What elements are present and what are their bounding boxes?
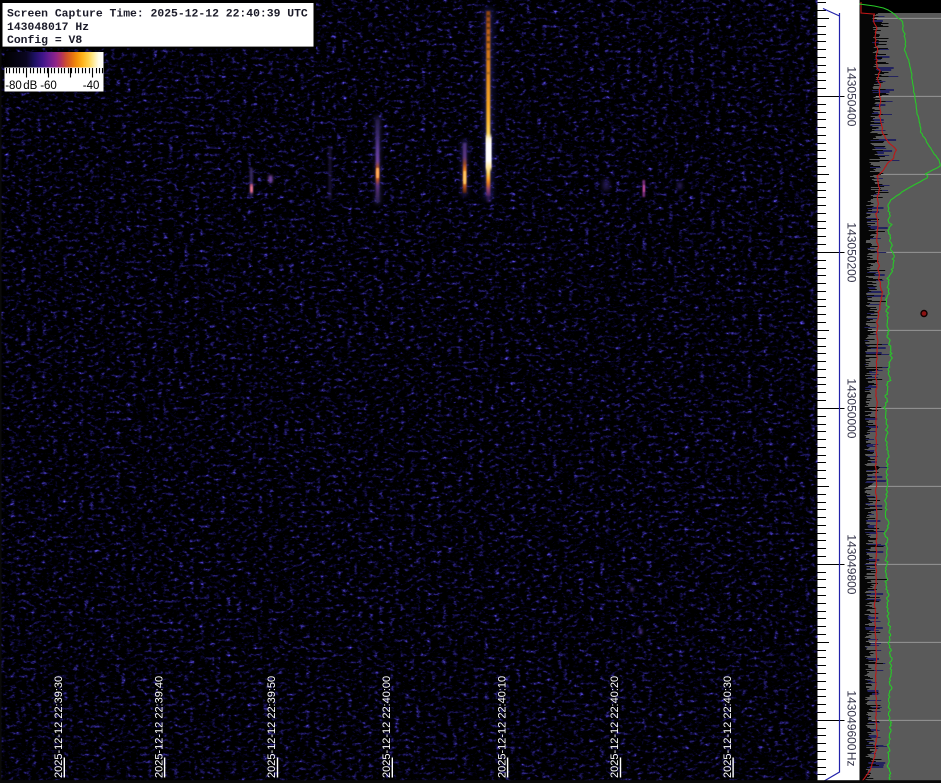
svg-text:Config = V8: Config = V8 — [7, 35, 82, 47]
svg-text:2025-12-12 22:39:50: 2025-12-12 22:39:50 — [266, 676, 278, 778]
svg-text:dB: dB — [23, 80, 37, 92]
svg-text:2025-12-12 22:40:10: 2025-12-12 22:40:10 — [496, 676, 508, 778]
svg-text:Screen Capture Time: 2025-12-1: Screen Capture Time: 2025-12-12 22:40:39… — [7, 9, 308, 21]
svg-text:143050000: 143050000 — [844, 378, 858, 438]
svg-text:143048017 Hz: 143048017 Hz — [7, 22, 89, 34]
svg-text:Hz: Hz — [844, 752, 858, 767]
svg-text:2025-12-12 22:40:00: 2025-12-12 22:40:00 — [381, 676, 393, 778]
svg-text:143050200: 143050200 — [844, 222, 858, 282]
svg-text:143049600: 143049600 — [844, 690, 858, 750]
svg-text:-60: -60 — [40, 80, 57, 92]
svg-text:2025-12-12 22:40:20: 2025-12-12 22:40:20 — [609, 676, 621, 778]
svg-text:-80: -80 — [5, 80, 22, 92]
svg-text:143049800: 143049800 — [844, 534, 858, 594]
svg-text:2025-12-12 22:39:40: 2025-12-12 22:39:40 — [153, 676, 165, 778]
svg-text:2025-12-12 22:39:30: 2025-12-12 22:39:30 — [53, 676, 65, 778]
svg-text:143050400: 143050400 — [844, 66, 858, 126]
svg-text:-40: -40 — [83, 80, 100, 92]
svg-text:2025-12-12 22:40:30: 2025-12-12 22:40:30 — [722, 676, 734, 778]
